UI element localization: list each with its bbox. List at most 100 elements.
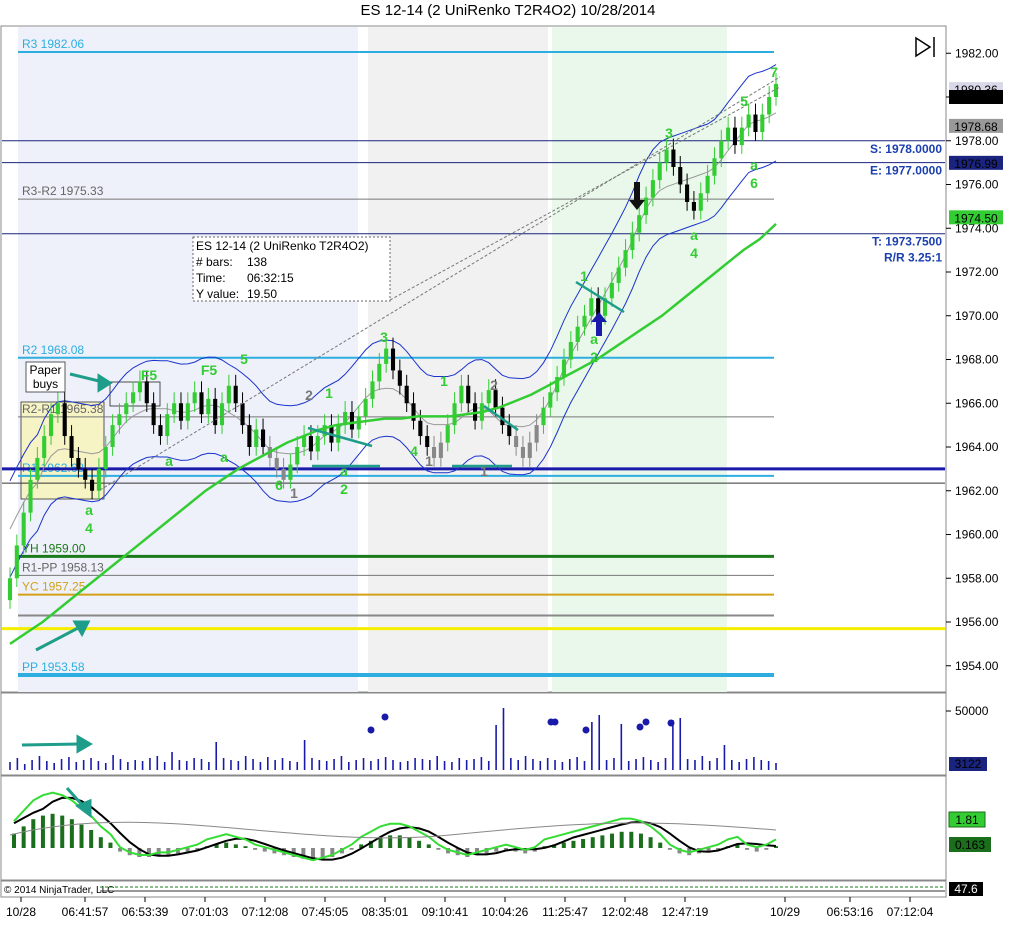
price-bar xyxy=(165,414,170,437)
time-tick-label: 11:25:47 xyxy=(542,905,588,919)
price-bar xyxy=(616,267,621,283)
price-bar xyxy=(137,381,142,393)
macd-histogram-bar xyxy=(79,824,84,848)
macd-histogram-bar xyxy=(754,848,759,852)
price-bar xyxy=(500,407,505,426)
macd-histogram-bar xyxy=(69,819,74,848)
price-bar xyxy=(336,425,341,443)
price-bar xyxy=(657,162,662,181)
price-tick-label: 1956.00 xyxy=(955,615,999,629)
price-bar xyxy=(274,457,279,469)
volume-spike-dot xyxy=(642,718,650,726)
wave-annotation: 3 xyxy=(665,125,673,141)
price-bar xyxy=(377,363,382,382)
price-bar xyxy=(21,512,26,546)
footer-badge: 47.6 xyxy=(949,882,983,896)
macd-histogram-bar xyxy=(638,833,643,848)
paper-buys-note: Paper buys xyxy=(25,361,66,393)
macd-histogram-bar xyxy=(745,848,750,850)
time-tick-label: 10:04:26 xyxy=(482,905,529,919)
price-bar xyxy=(124,403,129,415)
info-y-value: 19.50 xyxy=(247,287,277,301)
macd-histogram-bar xyxy=(561,842,566,848)
macd-histogram-bar xyxy=(108,842,113,848)
volume-badge-text: 3122 xyxy=(955,757,982,771)
level-label: YC 1957.25 xyxy=(22,580,86,594)
wave-annotation: 4 xyxy=(85,520,93,536)
price-bar xyxy=(62,403,67,437)
price-bar xyxy=(240,403,245,426)
order-line-label: T: 1973.7500 xyxy=(872,235,942,249)
price-bar xyxy=(103,447,108,469)
price-bar xyxy=(561,359,567,377)
wave-annotation: 4 xyxy=(690,245,698,261)
info-box: ES 12-14 (2 UniRenko T2R4O2) # bars: 138… xyxy=(192,236,391,302)
price-bar xyxy=(650,180,655,198)
level-label: PP 1953.58 xyxy=(22,660,85,674)
price-bar xyxy=(685,184,690,202)
wave-annotation: 7 xyxy=(770,64,778,80)
time-tick-label: 08:35:01 xyxy=(362,905,409,919)
wave-annotation: a xyxy=(85,502,93,518)
wave-annotation-gray: 1 xyxy=(425,453,433,469)
price-bar xyxy=(158,425,163,437)
price-bar xyxy=(83,468,88,480)
wave-annotation: 6 xyxy=(750,175,758,191)
price-bar xyxy=(206,398,211,415)
level-label: R3 1982.06 xyxy=(22,37,84,51)
price-bar xyxy=(541,407,546,426)
price-bar xyxy=(507,425,512,437)
arrow-volume xyxy=(21,742,81,747)
price-bar xyxy=(219,403,225,426)
price-bar xyxy=(527,442,532,458)
price-tick-label: 1958.00 xyxy=(955,571,999,585)
volume-spike-dot xyxy=(667,719,675,727)
paper-buys-line2: buys xyxy=(33,377,58,391)
price-badge-text: 1974.50 xyxy=(954,211,998,225)
macd-histogram-bar xyxy=(253,848,258,850)
price-bar xyxy=(233,385,238,404)
price-bar xyxy=(144,381,149,404)
level-label: R1-PP 1958.13 xyxy=(22,560,104,574)
price-badge-text: 1976.99 xyxy=(954,157,998,171)
wave-annotation-gray: 1 xyxy=(480,463,488,479)
price-bar xyxy=(288,464,293,480)
macd-histogram-bar xyxy=(98,837,103,848)
volume-spike-dot xyxy=(367,726,375,734)
time-tick-label: 10/28 xyxy=(6,905,36,919)
price-bar xyxy=(254,429,259,447)
wave-annotation: 1 xyxy=(325,385,333,401)
macd-histogram-bar xyxy=(600,835,605,848)
macd-histogram-bar xyxy=(610,833,615,848)
price-bar xyxy=(705,175,710,194)
price-bar xyxy=(445,425,450,443)
price-bar xyxy=(390,348,396,371)
info-time-label: Time: xyxy=(196,271,226,285)
macd-panel[interactable] xyxy=(0,775,947,881)
footer-badge-text: 47.6 xyxy=(954,882,978,896)
wave-annotation: a xyxy=(340,463,348,479)
info-time-value: 06:32:15 xyxy=(247,271,294,285)
macd-histogram-bar xyxy=(31,819,36,848)
macd-histogram-bar xyxy=(407,837,412,848)
volume-spike-dot xyxy=(636,723,644,731)
price-bar xyxy=(568,342,573,360)
wave-annotation: a xyxy=(590,331,598,347)
price-bar xyxy=(548,392,553,408)
macd-histogram-bar xyxy=(243,846,248,848)
wave-annotation: 3 xyxy=(380,329,388,345)
wave-annotation: a xyxy=(690,227,698,243)
price-bar xyxy=(664,149,669,163)
price-bar xyxy=(370,381,375,399)
info-y-label: Y value: xyxy=(196,287,239,301)
chart-canvas[interactable]: R3 1982.06R3-R2 1975.33R2 1968.08R2-R1 1… xyxy=(0,0,1016,952)
wave-annotation: 2 xyxy=(340,481,348,497)
time-tick-label: 07:45:05 xyxy=(302,905,349,919)
price-bar xyxy=(192,392,197,404)
macd-histogram-bar xyxy=(224,842,229,848)
price-bar xyxy=(308,436,313,452)
price-bar xyxy=(226,385,231,404)
macd-histogram-bar xyxy=(667,848,672,850)
price-bar xyxy=(438,442,443,458)
price-bar xyxy=(534,425,539,443)
